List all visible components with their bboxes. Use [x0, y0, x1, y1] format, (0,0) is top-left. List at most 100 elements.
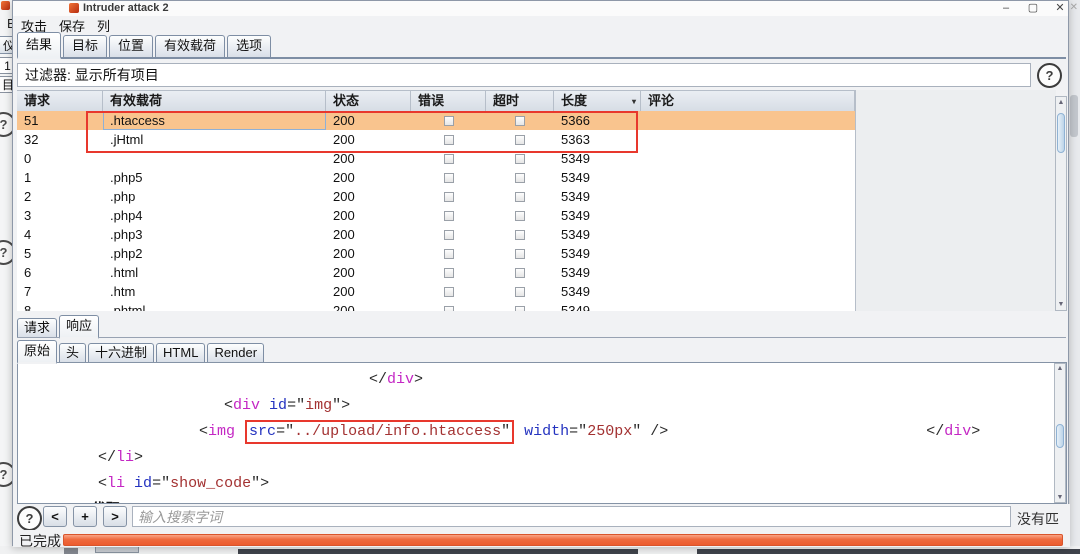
table-row[interactable]: 3.php42005349	[17, 206, 855, 225]
cell-timeout	[486, 301, 554, 311]
tab-HTML[interactable]: HTML	[156, 343, 205, 362]
cell-payload: .php3	[103, 225, 326, 244]
column-header-request[interactable]: 请求	[17, 91, 103, 111]
column-header-comment[interactable]: 评论	[641, 91, 855, 111]
taskbar-segment	[238, 549, 638, 554]
cell-error	[411, 282, 486, 301]
tab-位置[interactable]: 位置	[109, 35, 153, 57]
tab-十六进制[interactable]: 十六进制	[88, 343, 154, 362]
search-highlight-button[interactable]: +	[73, 506, 97, 527]
background-scrollbar-fragment	[1070, 95, 1078, 137]
cell-timeout	[486, 282, 554, 301]
scroll-down-icon[interactable]: ▼	[1056, 301, 1066, 308]
scrollbar-thumb[interactable]	[1056, 424, 1064, 448]
tab-有效载荷[interactable]: 有效载荷	[155, 35, 225, 57]
results-table: 51.htaccess200536632.jHtml20053630200534…	[17, 111, 855, 311]
error-checkbox	[444, 306, 454, 312]
timeout-checkbox	[515, 249, 525, 259]
search-prev-button[interactable]: <	[43, 506, 67, 527]
error-checkbox	[444, 135, 454, 145]
cell-comment	[641, 149, 855, 168]
cell-length: 5349	[554, 206, 641, 225]
cell-comment	[641, 187, 855, 206]
scroll-up-icon[interactable]: ▲	[1055, 365, 1065, 372]
table-row[interactable]: 4.php32005349	[17, 225, 855, 244]
cell-comment	[641, 225, 855, 244]
tab-结果[interactable]: 结果	[17, 32, 61, 59]
scroll-up-icon[interactable]: ▲	[1056, 99, 1066, 106]
tab-头[interactable]: 头	[59, 343, 86, 362]
search-help-icon[interactable]: ?	[17, 506, 42, 531]
cell-request: 8	[17, 301, 103, 311]
cell-status: 200	[326, 263, 411, 282]
cell-status: 200	[326, 111, 411, 130]
cell-error	[411, 149, 486, 168]
tab-原始[interactable]: 原始	[17, 340, 57, 364]
code-line: <li id="show_code">	[18, 471, 1066, 497]
minimize-button[interactable]: –	[995, 1, 1017, 15]
column-header-error[interactable]: 错误	[411, 91, 486, 111]
cell-length: 5349	[554, 168, 641, 187]
table-row[interactable]: 5.php22005349	[17, 244, 855, 263]
timeout-checkbox	[515, 116, 525, 126]
cell-error	[411, 130, 486, 149]
column-header-length[interactable]: 长度▾	[554, 91, 641, 111]
maximize-button[interactable]: ▢	[1022, 1, 1044, 15]
title-bar: Intruder attack 2 – ▢ ✕	[13, 1, 1068, 16]
intruder-attack-window: Intruder attack 2 – ▢ ✕ 攻击保存列 结果目标位置有效载荷…	[12, 0, 1069, 546]
code-line: <div id="img">	[18, 393, 1066, 419]
response-scrollbar[interactable]: ▲ ▼	[1054, 363, 1066, 503]
tab-选项[interactable]: 选项	[227, 35, 271, 57]
table-row[interactable]: 6.html2005349	[17, 263, 855, 282]
table-row[interactable]: 32.jHtml2005363	[17, 130, 855, 149]
menu-item-保存[interactable]: 保存	[59, 16, 85, 35]
cell-payload: .html	[103, 263, 326, 282]
help-icon[interactable]: ?	[1037, 63, 1062, 88]
cell-request: 7	[17, 282, 103, 301]
table-scrollbar[interactable]: ▲ ▼	[1055, 96, 1067, 311]
table-side-panel	[855, 90, 1056, 311]
response-raw-view: </div><div id="img"><img src="../upload/…	[17, 362, 1067, 504]
table-row[interactable]: 2.php2005349	[17, 187, 855, 206]
cell-request: 1	[17, 168, 103, 187]
message-tab-bar: 请求响应	[17, 316, 1066, 338]
cell-payload: .phtml	[103, 301, 326, 311]
column-header-status[interactable]: 状态	[326, 91, 411, 111]
menu-item-列[interactable]: 列	[97, 16, 110, 35]
search-input[interactable]	[132, 506, 1011, 527]
cell-payload	[103, 149, 326, 168]
code-line: <h3>代码</h3>	[18, 497, 1066, 504]
cell-error	[411, 263, 486, 282]
tab-目标[interactable]: 目标	[63, 35, 107, 57]
table-row[interactable]: 02005349	[17, 149, 855, 168]
table-row[interactable]: 8.phtml2005349	[17, 301, 855, 311]
tab-请求[interactable]: 请求	[17, 318, 57, 337]
column-header-timeout[interactable]: 超时	[486, 91, 554, 111]
scrollbar-thumb[interactable]	[1057, 113, 1065, 153]
cell-comment	[641, 263, 855, 282]
search-next-button[interactable]: >	[103, 506, 127, 527]
screen: B Bu 仪 1 目 ? ? ? ✕ Intruder attack 2 – ▢…	[0, 0, 1080, 554]
tab-Render[interactable]: Render	[207, 343, 264, 362]
cell-error	[411, 168, 486, 187]
table-row[interactable]: 51.htaccess2005366	[17, 111, 855, 130]
close-button[interactable]: ✕	[1049, 1, 1071, 15]
cell-length: 5349	[554, 149, 641, 168]
timeout-checkbox	[515, 211, 525, 221]
cell-request: 5	[17, 244, 103, 263]
cell-error	[411, 244, 486, 263]
table-row[interactable]: 7.htm2005349	[17, 282, 855, 301]
cell-status: 200	[326, 130, 411, 149]
cell-timeout	[486, 225, 554, 244]
scroll-down-icon[interactable]: ▼	[1055, 494, 1065, 501]
burp-app-icon	[1, 1, 10, 10]
filter-bar[interactable]: 过滤器: 显示所有项目	[17, 63, 1031, 87]
column-header-payload[interactable]: 有效载荷	[103, 91, 326, 111]
cell-payload: .htm	[103, 282, 326, 301]
cell-comment	[641, 111, 855, 130]
tab-响应[interactable]: 响应	[59, 315, 99, 339]
taskbar-segment	[697, 549, 1080, 554]
table-row[interactable]: 1.php52005349	[17, 168, 855, 187]
cell-length: 5349	[554, 244, 641, 263]
cell-status: 200	[326, 168, 411, 187]
